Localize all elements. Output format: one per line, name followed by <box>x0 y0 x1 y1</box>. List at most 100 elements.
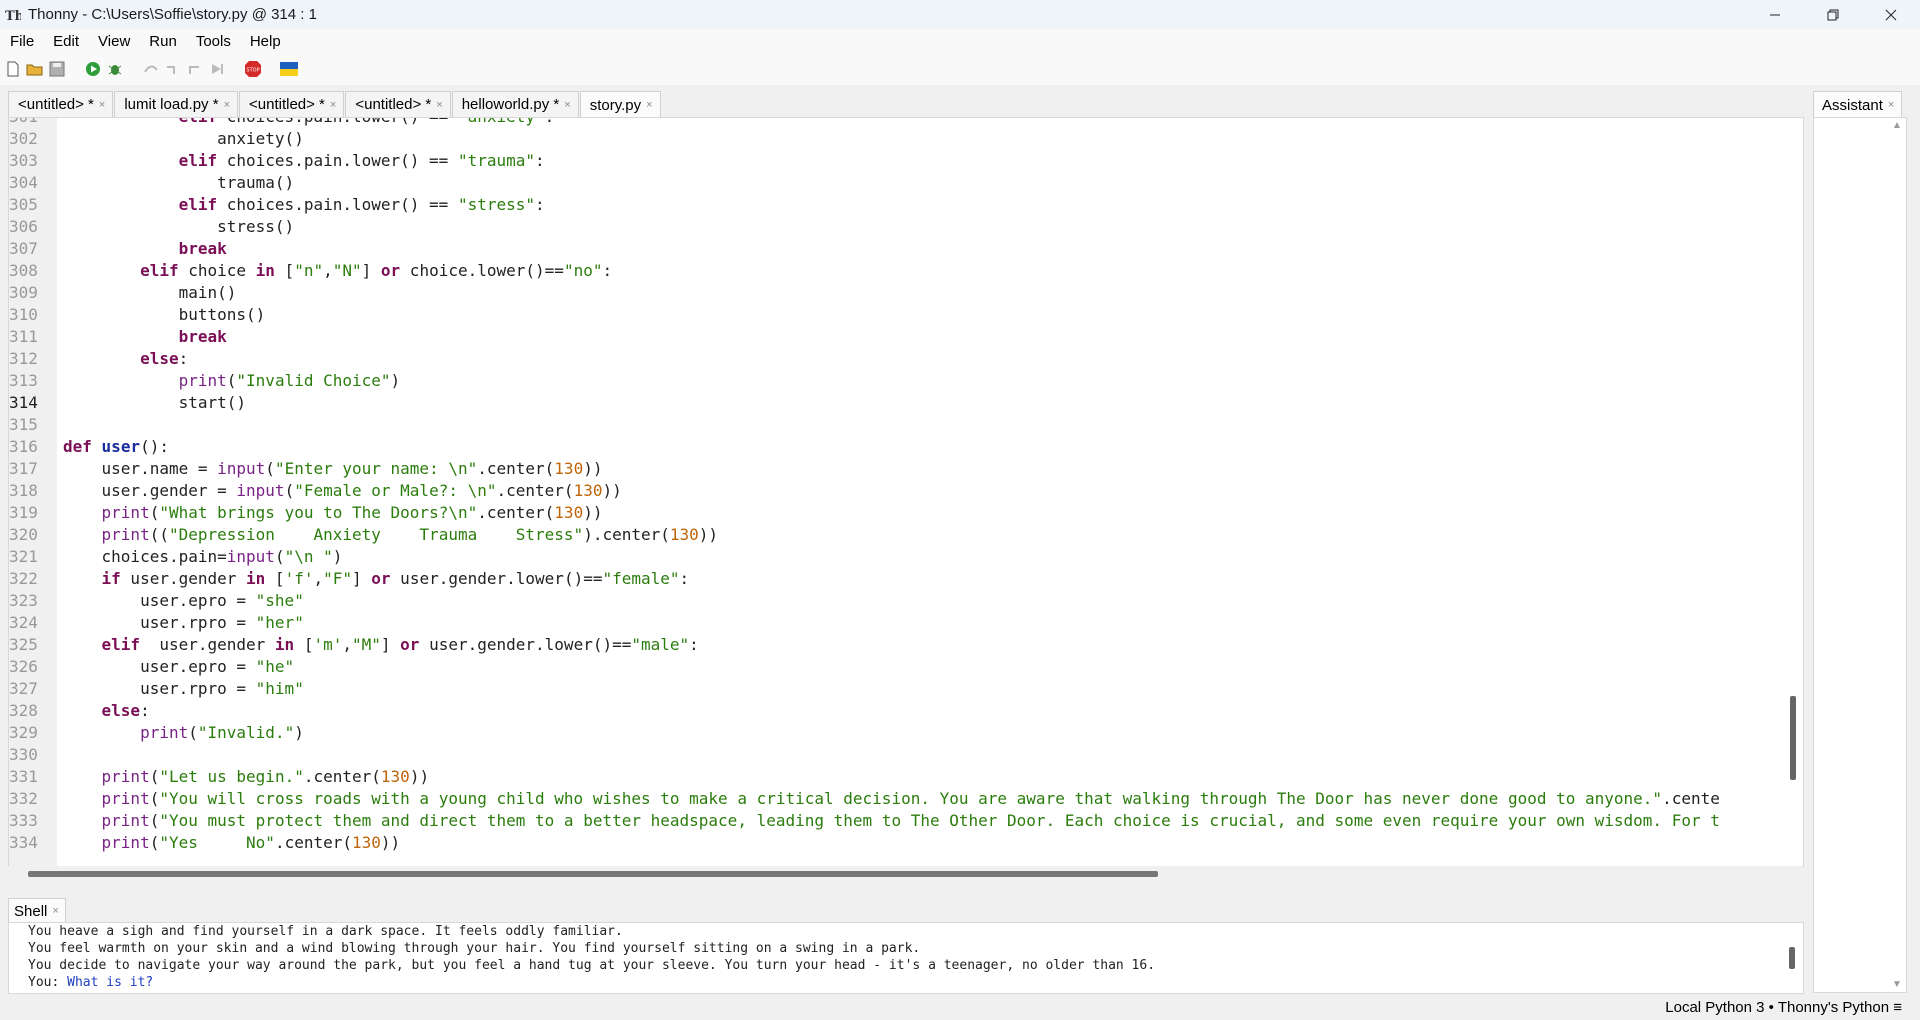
code-text-area[interactable]: elif choices.pain.lower() == "anxiety": … <box>63 118 1783 866</box>
editor-tab[interactable]: helloworld.py * × <box>451 91 579 117</box>
code-line[interactable]: user.epro = "he" <box>63 656 1720 678</box>
code-line[interactable]: elif choice in ["n","N"] or choice.lower… <box>63 260 1720 282</box>
menu-edit[interactable]: Edit <box>43 33 88 50</box>
close-icon[interactable]: × <box>52 905 58 917</box>
code-token: in <box>246 569 266 588</box>
code-token: 'm' <box>313 635 343 654</box>
code-line[interactable]: else: <box>63 700 1720 722</box>
menu-help[interactable]: Help <box>240 33 290 50</box>
step-into-button[interactable] <box>164 60 182 78</box>
window-title: Thonny - C:\Users\Soffie\story.py @ 314 … <box>28 6 317 23</box>
shell-input-text[interactable]: What is it? <box>67 975 153 990</box>
close-icon[interactable]: × <box>646 99 652 111</box>
code-line[interactable]: if user.gender in ['f',"F"] or user.gend… <box>63 568 1720 590</box>
code-token: print <box>101 811 150 830</box>
restore-button[interactable] <box>1804 0 1862 29</box>
close-icon[interactable]: × <box>224 99 230 111</box>
code-line[interactable]: def user(): <box>63 436 1720 458</box>
code-line[interactable]: trauma() <box>63 172 1720 194</box>
editor-tab[interactable]: <untitled> * × <box>8 91 114 117</box>
code-line[interactable]: elif choices.pain.lower() == "anxiety": <box>63 118 1720 128</box>
code-line[interactable]: anxiety() <box>63 128 1720 150</box>
code-line[interactable]: print("You will cross roads with a young… <box>63 788 1720 810</box>
menu-tools[interactable]: Tools <box>186 33 240 50</box>
resume-button[interactable] <box>208 60 226 78</box>
code-line[interactable]: user.rpro = "her" <box>63 612 1720 634</box>
code-line[interactable]: print(("Depression Anxiety Trauma Stress… <box>63 524 1720 546</box>
close-icon[interactable]: × <box>1888 99 1894 111</box>
code-line[interactable]: print("You must protect them and direct … <box>63 810 1720 832</box>
editor-tab[interactable]: lumit load.py * × <box>114 91 238 117</box>
code-line[interactable]: print("Let us begin.".center(130)) <box>63 766 1720 788</box>
run-button[interactable] <box>84 60 102 78</box>
menu-view[interactable]: View <box>88 33 139 50</box>
code-line[interactable]: choices.pain=input("\n ") <box>63 546 1720 568</box>
line-number: 305 <box>9 195 38 214</box>
code-line[interactable]: user.name = input("Enter your name: \n".… <box>63 458 1720 480</box>
editor-tab[interactable]: <untitled> * × <box>239 91 345 117</box>
close-window-button[interactable] <box>1862 0 1920 29</box>
minimize-button[interactable] <box>1746 0 1804 29</box>
editor-horizontal-scroll-thumb[interactable] <box>28 871 1158 877</box>
code-line[interactable]: user.gender = input("Female or Male?: \n… <box>63 480 1720 502</box>
menu-file[interactable]: File <box>0 33 43 50</box>
menu-run[interactable]: Run <box>139 33 186 50</box>
scroll-up-icon[interactable]: ▲ <box>1892 120 1902 131</box>
close-icon[interactable]: × <box>99 99 105 111</box>
code-token: .center( <box>303 767 381 786</box>
code-line[interactable]: print("Invalid Choice") <box>63 370 1720 392</box>
code-line[interactable]: elif user.gender in ['m',"M"] or user.ge… <box>63 634 1720 656</box>
tab-assistant[interactable]: Assistant × <box>1813 91 1903 118</box>
scroll-down-icon[interactable]: ▼ <box>1892 979 1902 990</box>
open-file-button[interactable] <box>26 60 44 78</box>
shell-scroll-thumb[interactable] <box>1789 947 1795 969</box>
code-line[interactable]: elif choices.pain.lower() == "trauma": <box>63 150 1720 172</box>
debug-button[interactable] <box>106 60 124 78</box>
code-line[interactable]: break <box>63 326 1720 348</box>
close-icon[interactable]: × <box>436 99 442 111</box>
code-token: : <box>602 261 613 280</box>
code-line[interactable]: stress() <box>63 216 1720 238</box>
save-button[interactable] <box>48 60 66 78</box>
code-token: , <box>313 569 324 588</box>
editor-horizontal-scrollbar[interactable] <box>8 866 1802 880</box>
code-editor[interactable]: 301302 303 304 305 306 307 308 309 310 311 312 313 3… <box>8 117 1804 867</box>
assistant-vertical-scrollbar[interactable]: ▲ ▼ <box>1890 118 1904 992</box>
code-line[interactable]: elif choices.pain.lower() == "stress": <box>63 194 1720 216</box>
close-icon[interactable]: × <box>330 99 336 111</box>
code-token: ( <box>284 481 295 500</box>
stop-button[interactable]: STOP <box>244 60 262 78</box>
ukraine-flag-button[interactable] <box>280 60 298 78</box>
editor-tab[interactable]: story.py × <box>579 91 661 118</box>
code-line[interactable]: print("What brings you to The Doors?\n".… <box>63 502 1720 524</box>
code-line[interactable]: else: <box>63 348 1720 370</box>
shell-panel[interactable]: You heave a sigh and find yourself in a … <box>8 922 1804 994</box>
step-out-button[interactable] <box>186 60 204 78</box>
code-line[interactable] <box>63 414 1720 436</box>
close-icon[interactable]: × <box>564 99 570 111</box>
code-token: 130 <box>352 833 381 852</box>
interpreter-selector[interactable]: Local Python 3 • Thonny's Python ≡ <box>1665 999 1920 1016</box>
shell-input-line[interactable]: You: What is it? <box>9 974 1803 991</box>
new-file-button[interactable] <box>4 60 22 78</box>
code-token: user.epro = <box>63 657 256 676</box>
line-number: 332 <box>9 789 38 808</box>
tab-shell[interactable]: Shell × <box>8 898 66 923</box>
code-line[interactable]: main() <box>63 282 1720 304</box>
code-line[interactable]: print("Yes No".center(130)) <box>63 832 1720 854</box>
code-line[interactable]: print("Invalid.") <box>63 722 1720 744</box>
code-token: user.epro = <box>63 591 256 610</box>
restore-icon <box>1827 9 1839 20</box>
code-line[interactable]: user.epro = "she" <box>63 590 1720 612</box>
code-line[interactable]: buttons() <box>63 304 1720 326</box>
code-line[interactable] <box>63 744 1720 766</box>
code-token: "Depression Anxiety Trauma Stress" <box>168 525 584 544</box>
step-over-button[interactable] <box>142 60 160 78</box>
editor-vertical-scrollbar[interactable] <box>1787 118 1799 866</box>
editor-vertical-scroll-thumb[interactable] <box>1790 696 1796 780</box>
code-line[interactable]: start() <box>63 392 1720 414</box>
code-line[interactable]: user.rpro = "him" <box>63 678 1720 700</box>
editor-tab[interactable]: <untitled> * × <box>345 91 451 117</box>
code-line[interactable]: break <box>63 238 1720 260</box>
